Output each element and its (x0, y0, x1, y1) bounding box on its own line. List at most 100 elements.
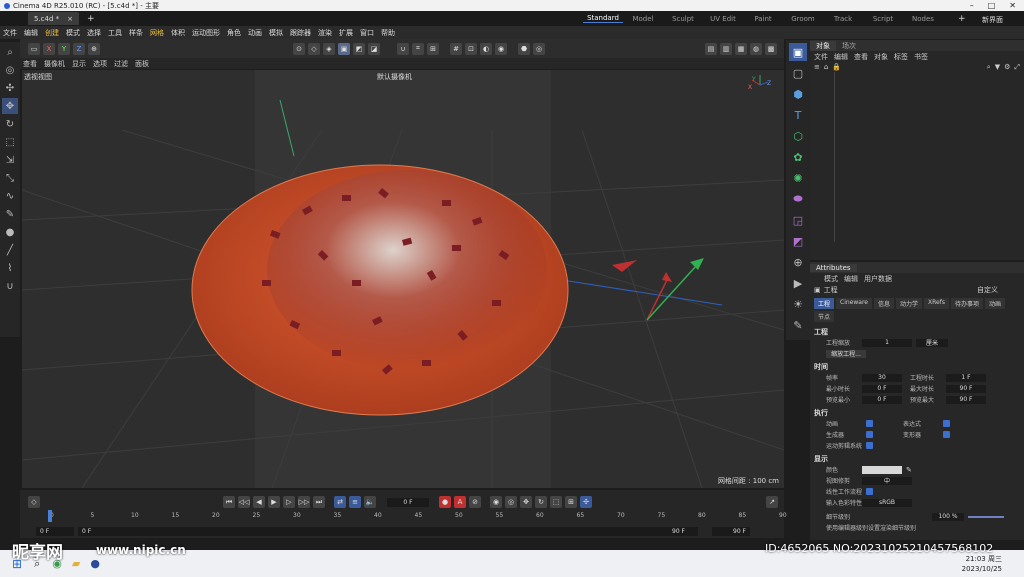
start-frame-field[interactable]: 0 F (36, 527, 74, 536)
camera-icon[interactable]: ▶ (789, 274, 807, 292)
perspective-viewport[interactable]: 透视视图 默认摄像机 Y Z X 网格间距 : 100 cm (22, 70, 784, 488)
project-scale-unit[interactable]: 厘米 (916, 338, 948, 347)
record-icon[interactable]: ● (439, 496, 451, 508)
playhead-marker[interactable] (48, 510, 52, 522)
layout-tab-7[interactable]: Script (863, 15, 903, 23)
viewport-menu-item-2[interactable]: 显示 (72, 59, 86, 69)
cloner-pile[interactable] (267, 170, 547, 370)
deformer-icon[interactable]: ⬬ (789, 190, 807, 208)
undo-icon[interactable]: ▭ (28, 42, 40, 55)
play-icon[interactable]: ▶ (268, 496, 280, 508)
model-mode-icon[interactable]: ▣ (338, 42, 350, 55)
go-to-start-icon[interactable]: ⏮ (223, 496, 235, 508)
attributes-section-tab-4[interactable]: XRefs (924, 298, 949, 309)
view-clip-dropdown[interactable]: 中 (862, 476, 912, 485)
menu-item-11[interactable]: 动画 (248, 28, 262, 38)
menu-item-1[interactable]: 编辑 (24, 28, 38, 38)
document-tab[interactable]: 5.c4d * × (28, 12, 80, 25)
execute-checkbox-right[interactable] (943, 420, 950, 427)
go-to-end-icon[interactable]: ⏭ (313, 496, 325, 508)
layout-tab-0[interactable]: Standard (583, 14, 623, 23)
objects-menu-item-4[interactable]: 标签 (894, 52, 908, 62)
axis-x-button[interactable]: X (43, 42, 55, 55)
attributes-section-tab-6[interactable]: 动画 (984, 298, 1005, 309)
menu-item-8[interactable]: 体积 (171, 28, 185, 38)
previous-frame-icon[interactable]: ◀ (253, 496, 265, 508)
timeline-ruler[interactable]: 051015202530354045505560657075808590 (48, 510, 787, 524)
display-section-title[interactable]: 显示 (810, 454, 1024, 464)
menu-item-16[interactable]: 窗口 (360, 28, 374, 38)
menu-item-9[interactable]: 运动图形 (192, 28, 220, 38)
render-settings-icon[interactable]: ⬣ (518, 42, 530, 55)
scale-project-button[interactable]: 缩放工程... (826, 349, 866, 358)
view-icon[interactable]: ▣ (789, 43, 807, 61)
record-scale-icon[interactable]: ✥ (520, 496, 532, 508)
layout-icon[interactable]: ▩ (765, 42, 777, 55)
attributes-tab[interactable]: Attributes (810, 263, 857, 272)
magnet-icon[interactable]: ∪ (2, 278, 18, 294)
time-value-left[interactable]: 0 F (862, 395, 902, 404)
transform-icon[interactable]: ⤡ (2, 170, 18, 186)
subdivision-icon[interactable]: ⬡ (789, 127, 807, 145)
attributes-menu-item-2[interactable]: 用户数据 (864, 274, 892, 284)
magnet-snap-icon[interactable]: ∪ (397, 42, 409, 55)
time-section-title[interactable]: 时间 (810, 362, 1024, 372)
menu-item-2[interactable]: 创建 (45, 28, 59, 38)
cinema4d-icon[interactable]: ● (90, 557, 100, 570)
live-selection-icon[interactable]: ◎ (2, 62, 18, 78)
brush-icon[interactable]: ✎ (2, 206, 18, 222)
attributes-section-tab-3[interactable]: 动力学 (896, 298, 923, 309)
color-swatch[interactable] (862, 465, 902, 474)
execute-checkbox-left[interactable] (866, 420, 873, 427)
field-icon[interactable]: ◲ (789, 211, 807, 229)
cube-icon[interactable]: ⬢ (789, 85, 807, 103)
grid-snap-icon[interactable]: # (450, 42, 462, 55)
uv-mode-icon[interactable]: ◩ (353, 42, 365, 55)
menu-item-3[interactable]: 模式 (66, 28, 80, 38)
viewport-menu-item-4[interactable]: 过滤 (114, 59, 128, 69)
menu-item-13[interactable]: 跟踪器 (290, 28, 311, 38)
sort-icon[interactable]: ≡ (814, 63, 820, 71)
render-picture-viewer-icon[interactable]: ▥ (720, 42, 732, 55)
layout-tab-6[interactable]: Track (823, 15, 863, 23)
menu-item-17[interactable]: 帮助 (381, 28, 395, 38)
move-icon[interactable]: ✥ (2, 98, 18, 114)
new-tab-button[interactable]: + (87, 14, 95, 24)
settings-icon[interactable]: ✣ (2, 80, 18, 96)
objects-menu-item-1[interactable]: 编辑 (834, 52, 848, 62)
time-value-right[interactable]: 1 F (946, 373, 986, 382)
next-key-icon[interactable]: ▷▷ (298, 496, 310, 508)
objects-menu-item-2[interactable]: 查看 (854, 52, 868, 62)
edges-mode-icon[interactable]: ◇ (308, 42, 320, 55)
keyframe-selection-icon[interactable]: ⊘ (469, 496, 481, 508)
coordinate-system-icon[interactable]: ⊕ (88, 42, 100, 55)
light-icon[interactable]: ☀ (789, 295, 807, 313)
time-value-right[interactable]: 90 F (946, 384, 986, 393)
quantize-icon[interactable]: ⊡ (465, 42, 477, 55)
timeline-graph-icon[interactable]: ↗ (766, 496, 778, 508)
polygons-mode-icon[interactable]: ◈ (323, 42, 335, 55)
point-level-anim-icon[interactable]: ⊞ (565, 496, 577, 508)
expand-icon[interactable]: ⤢ (1014, 63, 1020, 72)
render-view-icon[interactable]: ▤ (705, 42, 717, 55)
keyframe-diamond-icon[interactable]: ◇ (28, 496, 40, 508)
search-icon[interactable]: ⌕ (2, 44, 18, 60)
menu-item-4[interactable]: 选择 (87, 28, 101, 38)
execute-checkbox-right[interactable] (943, 431, 950, 438)
knife-icon[interactable]: ⌇ (2, 260, 18, 276)
objects-menu-item-5[interactable]: 书签 (914, 52, 928, 62)
pen-tool-icon[interactable]: ✎ (789, 316, 807, 334)
workplane-icon[interactable]: ⊞ (427, 42, 439, 55)
attributes-section-tab-0[interactable]: 工程 (814, 298, 835, 309)
add-layout-button[interactable]: + (958, 14, 966, 24)
points-mode-icon[interactable]: ⊙ (293, 42, 305, 55)
time-value-right[interactable]: 90 F (946, 395, 986, 404)
execute-section-title[interactable]: 执行 (810, 408, 1024, 418)
next-frame-icon[interactable]: ▷ (283, 496, 295, 508)
minimize-icon[interactable]: – (970, 1, 974, 10)
axis-z-button[interactable]: Z (73, 42, 85, 55)
preset-dropdown[interactable]: 自定义 (977, 285, 998, 295)
attributes-section-tab-7[interactable]: 节点 (814, 311, 835, 322)
attributes-section-tab-1[interactable]: Cineware (836, 298, 872, 309)
menu-item-14[interactable]: 渲染 (318, 28, 332, 38)
